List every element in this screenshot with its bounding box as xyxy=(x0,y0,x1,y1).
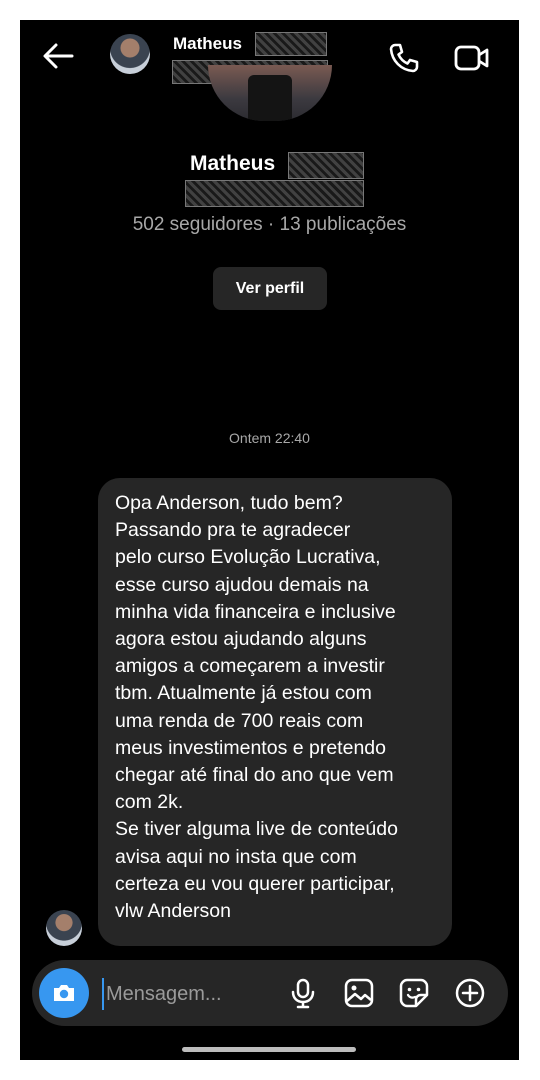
message-composer xyxy=(32,960,508,1026)
message-timestamp: Ontem 22:40 xyxy=(229,430,310,446)
profile-stats: 502 seguidores · 13 publicações xyxy=(132,214,407,235)
redacted-profile-username xyxy=(185,180,364,207)
redacted-name xyxy=(255,32,327,56)
arrow-left-icon xyxy=(43,43,74,69)
header-name[interactable]: Matheus xyxy=(173,34,242,54)
call-button[interactable] xyxy=(386,40,422,76)
image-icon xyxy=(344,978,374,1008)
sender-avatar[interactable] xyxy=(46,910,82,946)
sticker-button[interactable] xyxy=(398,977,430,1009)
voice-message-button[interactable] xyxy=(287,977,319,1009)
camera-button[interactable] xyxy=(39,968,89,1018)
back-button[interactable] xyxy=(38,38,78,74)
more-options-button[interactable] xyxy=(454,977,486,1009)
home-indicator xyxy=(182,1047,356,1052)
camera-icon xyxy=(54,985,74,1001)
profile-name: Matheus xyxy=(190,152,276,175)
dm-screen: Matheus Matheus 502 seguidores · 13 publ… xyxy=(20,20,519,1060)
message-input[interactable] xyxy=(102,978,278,1010)
phone-icon xyxy=(389,43,419,73)
video-call-button[interactable] xyxy=(452,40,492,76)
plus-circle-icon xyxy=(455,978,485,1008)
gallery-button[interactable] xyxy=(343,977,375,1009)
view-profile-button[interactable]: Ver perfil xyxy=(213,267,327,310)
sticker-icon xyxy=(399,978,429,1008)
microphone-icon xyxy=(291,978,315,1009)
profile-picture[interactable] xyxy=(208,65,332,121)
message-bubble[interactable]: Opa Anderson, tudo bem? Passando pra te … xyxy=(98,478,452,946)
video-camera-icon xyxy=(454,45,489,71)
redacted-profile-name xyxy=(288,152,364,179)
header-avatar[interactable] xyxy=(110,34,150,74)
